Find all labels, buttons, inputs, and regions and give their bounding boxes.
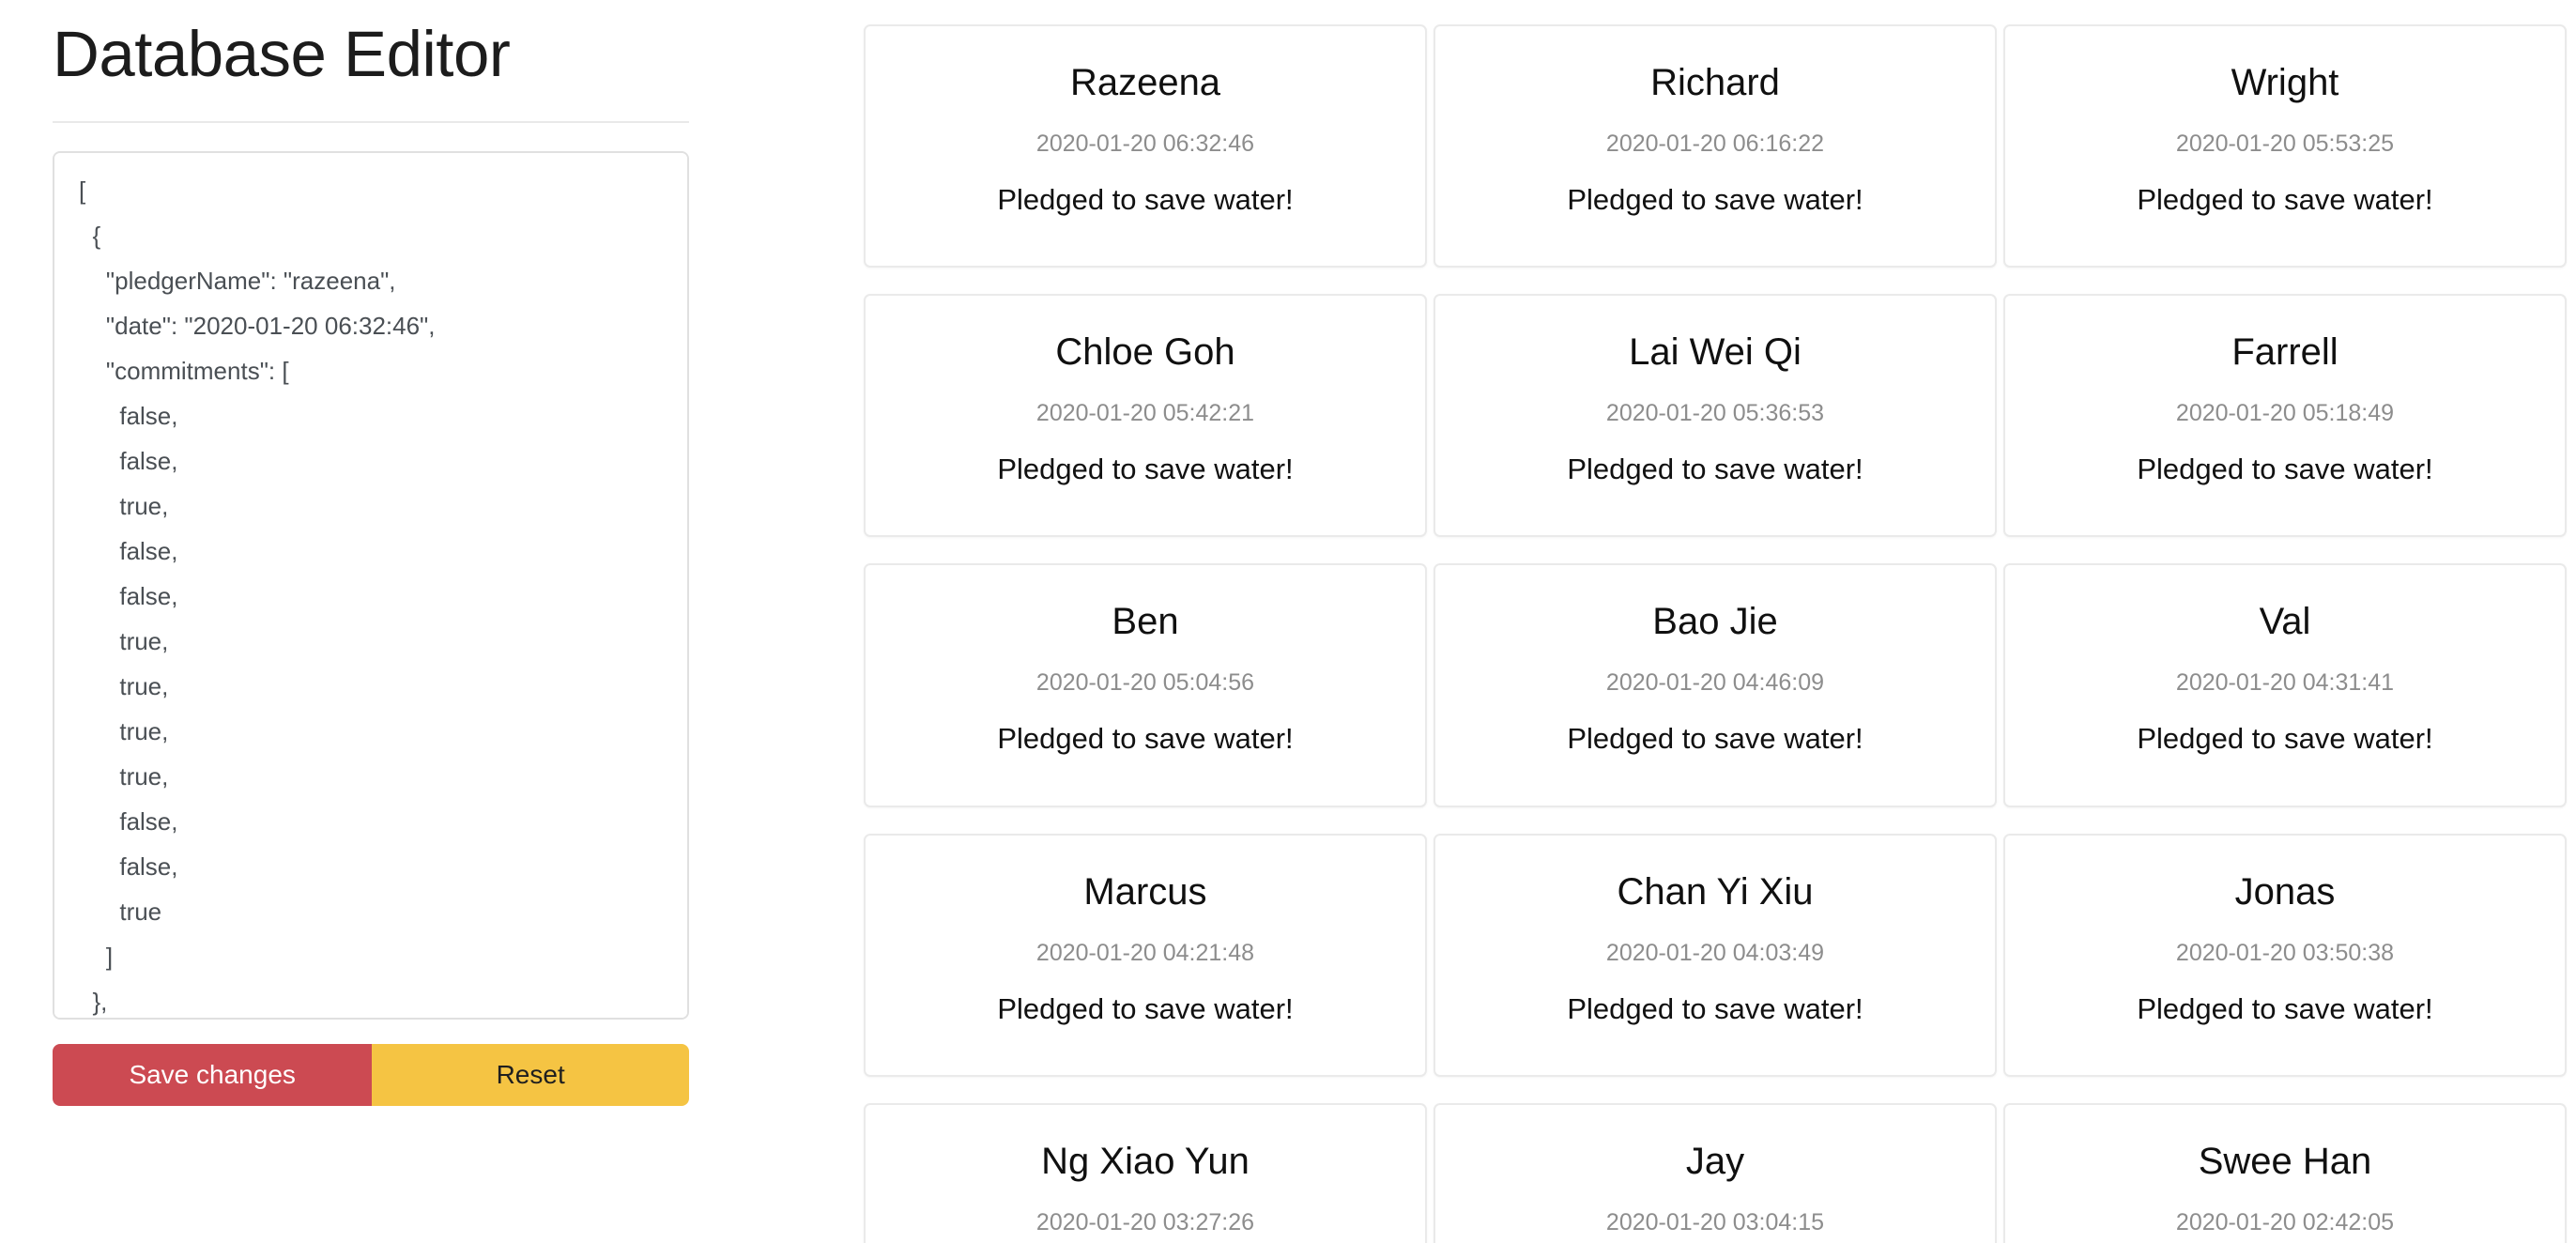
pledge-date: 2020-01-20 03:04:15 xyxy=(1605,1208,1825,1235)
pledge-date: 2020-01-20 04:03:49 xyxy=(1605,939,1825,966)
pledger-name: Val xyxy=(2259,601,2311,643)
database-json-textarea[interactable] xyxy=(53,151,689,1020)
pledger-name: Lai Wei Qi xyxy=(1629,331,1802,374)
pledge-card: Bao Jie 2020-01-20 04:46:09 Pledged to sav… xyxy=(1434,563,1997,807)
pledge-message: Pledged to save water! xyxy=(997,991,1294,1025)
pledge-card: Wright 2020-01-20 05:53:25 Pledged to save… xyxy=(2003,24,2567,269)
pledge-card: Ben 2020-01-20 05:04:56 Pledged to save wa… xyxy=(864,563,1427,807)
pledge-date: 2020-01-20 06:16:22 xyxy=(1605,130,1825,157)
pledger-name: Ben xyxy=(1112,601,1179,643)
pledger-name: Chan Yi Xiu xyxy=(1617,870,1814,913)
pledge-card: Lai Wei Qi 2020-01-20 05:36:53 Pledged to … xyxy=(1434,294,1997,538)
pledge-card: Ng Xiao Yun2020-01-20 03:27:26Pledged to… xyxy=(864,1102,1427,1243)
pledger-name: Jonas xyxy=(2234,870,2336,913)
pledge-date: 2020-01-20 02:42:05 xyxy=(2175,1208,2395,1235)
pledge-card: Chan Yi Xiu 2020-01-20 04:03:49 Pledged to… xyxy=(1434,833,1997,1077)
pledge-card: Farrell 2020-01-20 05:18:49 Pledged to sav… xyxy=(2003,294,2567,538)
pledger-name: Bao Jie xyxy=(1652,601,1778,643)
pledger-name: Swee Han xyxy=(2198,1140,2372,1182)
pledger-name: Jay xyxy=(1685,1140,1745,1182)
pledge-message: Pledged to save water! xyxy=(2137,722,2433,756)
pledge-card: Jonas 2020-01-20 03:50:38 Pledged to save … xyxy=(2003,833,2567,1077)
pledge-date: 2020-01-20 06:32:46 xyxy=(1035,130,1255,157)
page-title: Database Editor xyxy=(53,18,511,90)
pledge-date: 2020-01-20 03:50:38 xyxy=(2175,939,2395,966)
pledge-date: 2020-01-20 05:04:56 xyxy=(1035,669,1255,697)
pledge-card: Val 2020-01-20 04:31:41 Pledged to save wa… xyxy=(2003,563,2567,807)
pledger-name: Razeena xyxy=(1069,62,1221,103)
pledge-card: Jay2020-01-20 03:04:15Pledged to save wa… xyxy=(1434,1102,1997,1243)
pledge-date: 2020-01-20 04:31:41 xyxy=(2175,669,2395,697)
pledge-date: 2020-01-20 04:46:09 xyxy=(1605,669,1825,697)
pledge-message: Pledged to save water! xyxy=(1567,453,1863,486)
editor-wrapper xyxy=(53,151,689,1020)
pledge-date: 2020-01-20 03:27:26 xyxy=(1035,1208,1255,1235)
pledger-name: Ng Xiao Yun xyxy=(1041,1140,1250,1182)
pledger-name: Farrell xyxy=(2231,331,2338,374)
pledge-message: Pledged to save water! xyxy=(2137,453,2433,486)
pledge-message: Pledged to save water! xyxy=(2137,183,2433,216)
save-changes-button[interactable]: Save changes xyxy=(53,1044,373,1107)
pledge-message: Pledged to save water! xyxy=(2137,991,2433,1025)
pledge-date: 2020-01-20 04:21:48 xyxy=(1035,939,1255,966)
pledge-date: 2020-01-20 05:18:49 xyxy=(2175,400,2395,427)
editor-panel: Database Editor Save changes Reset xyxy=(0,0,742,1243)
pledge-card: Razeena 2020-01-20 06:32:46 Pledged to sav… xyxy=(864,24,1427,269)
pledger-name: Marcus xyxy=(1083,870,1207,913)
pledge-card: Chloe Goh 2020-01-20 05:42:21 Pledged to s… xyxy=(864,294,1427,538)
header-divider xyxy=(53,121,689,124)
pledge-card: Swee Han2020-01-20 02:42:05Pledged to sa… xyxy=(2003,1102,2567,1243)
pledge-card: Richard 2020-01-20 06:16:22 Pledged to sav… xyxy=(1434,24,1997,269)
pledger-name: Wright xyxy=(2231,62,2339,103)
pledger-name: Chloe Goh xyxy=(1055,331,1235,374)
pledge-card-grid: Razeena 2020-01-20 06:32:46 Pledged to sav… xyxy=(864,24,2567,1243)
pledge-message: Pledged to save water! xyxy=(1567,183,1863,216)
pledges-panel: Razeena 2020-01-20 06:32:46 Pledged to sav… xyxy=(742,0,2576,1243)
reset-button[interactable]: Reset xyxy=(372,1044,689,1107)
pledge-date: 2020-01-20 05:53:25 xyxy=(2175,130,2395,157)
pledge-date: 2020-01-20 05:42:21 xyxy=(1035,400,1255,427)
pledge-message: Pledged to save water! xyxy=(1567,722,1863,756)
pledge-message: Pledged to save water! xyxy=(997,183,1294,216)
pledger-name: Richard xyxy=(1650,62,1780,103)
app-root: Database Editor Save changes Reset Razee… xyxy=(0,0,2576,1243)
pledge-card: Marcus 2020-01-20 04:21:48 Pledged to save… xyxy=(864,833,1427,1077)
pledge-date: 2020-01-20 05:36:53 xyxy=(1605,400,1825,427)
pledge-message: Pledged to save water! xyxy=(1567,991,1863,1025)
pledge-message: Pledged to save water! xyxy=(997,722,1294,756)
editor-actions: Save changes Reset xyxy=(53,1044,689,1107)
pledge-message: Pledged to save water! xyxy=(997,453,1294,486)
